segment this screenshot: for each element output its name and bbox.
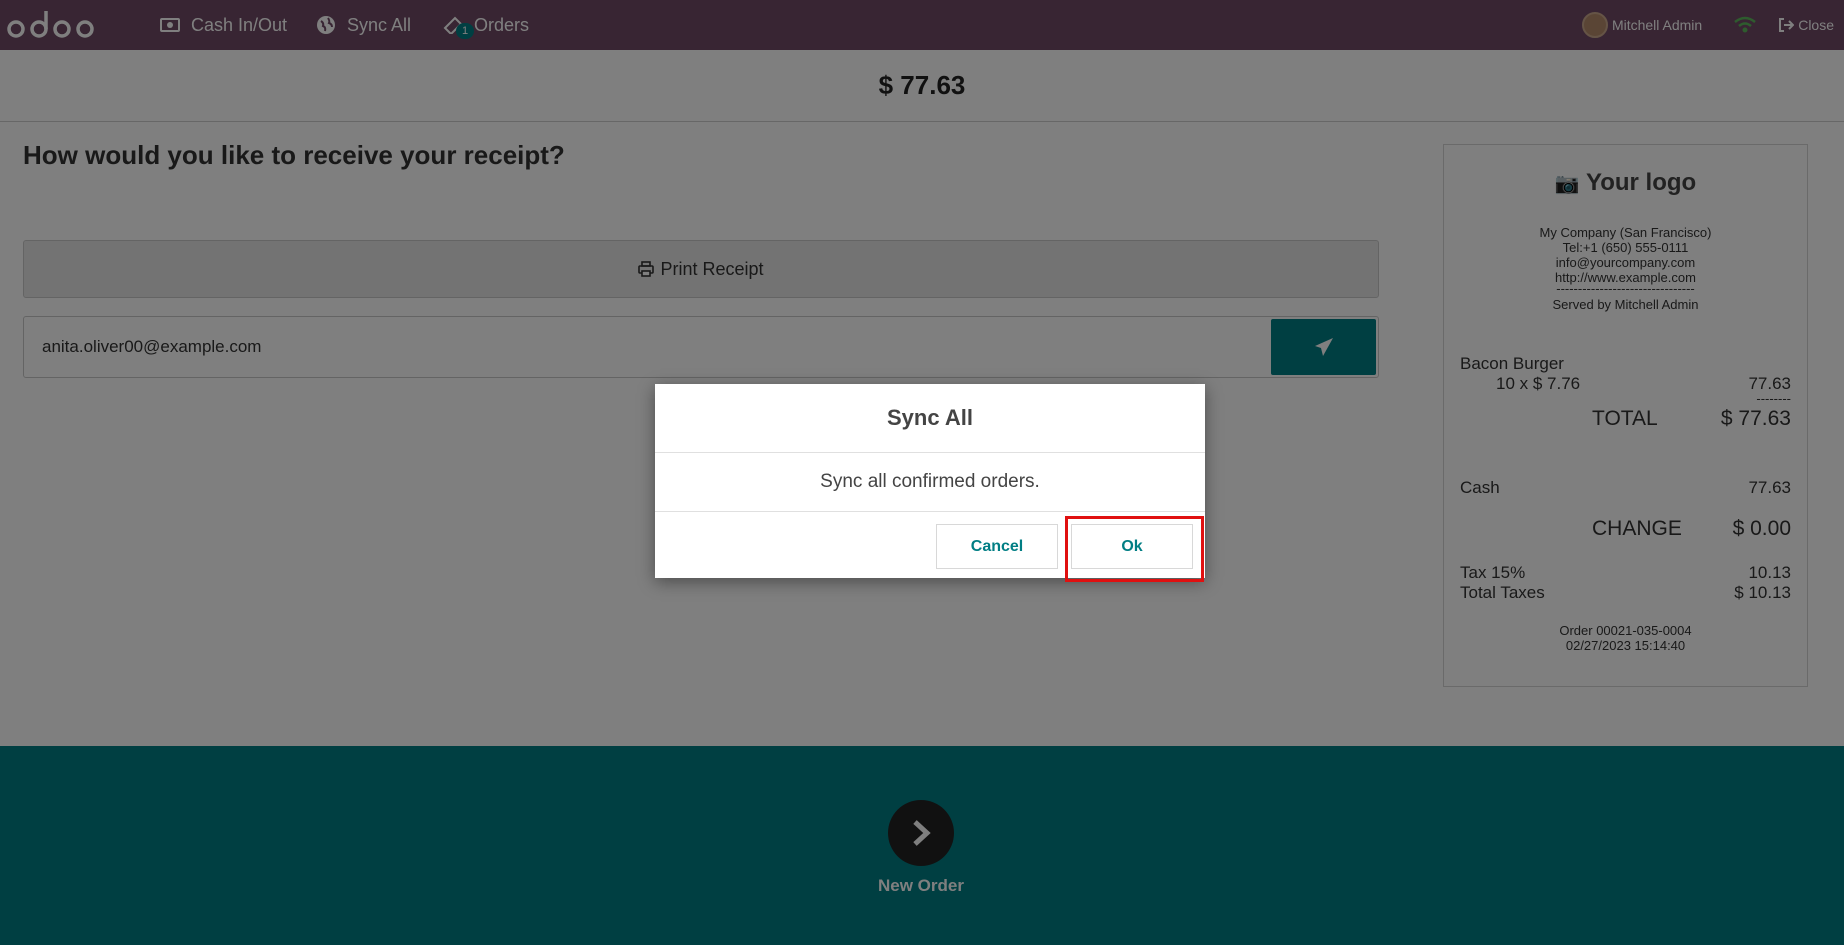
dialog-body: Sync all confirmed orders.: [655, 453, 1205, 512]
cancel-button[interactable]: Cancel: [936, 524, 1058, 569]
highlight-box: [1065, 516, 1204, 582]
dialog-title: Sync All: [655, 384, 1205, 453]
